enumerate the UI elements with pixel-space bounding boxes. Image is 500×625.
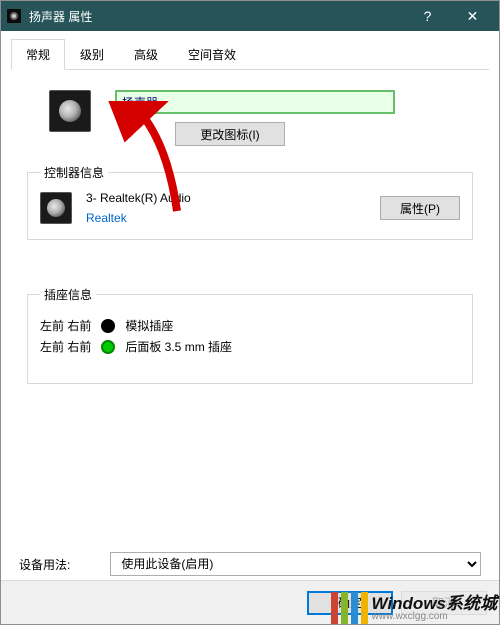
jack-info-group: 插座信息 左前 右前 模拟插座 左前 右前 后面板 3.5 mm 插座 [27, 286, 473, 384]
jack-color-dot-black [101, 319, 115, 333]
jack-desc: 模拟插座 [125, 317, 173, 334]
watermark-brand: Windows系统城 [372, 595, 497, 612]
window-title: 扬声器 属性 [29, 8, 405, 25]
tab-levels[interactable]: 级别 [65, 39, 119, 69]
device-icon [49, 90, 91, 132]
properties-dialog: 扬声器 属性 ? ✕ 常规 级别 高级 空间音效 更改图标(I) 控制器信息 [0, 0, 500, 625]
watermark: Windows系统城 www.wxclgg.com [331, 592, 497, 624]
title-bar[interactable]: 扬声器 属性 ? ✕ [1, 1, 499, 31]
usage-label: 设备用法: [19, 556, 70, 573]
controller-vendor: Realtek [86, 211, 366, 225]
change-icon-button[interactable]: 更改图标(I) [175, 122, 285, 146]
speaker-icon [5, 7, 23, 25]
tab-advanced[interactable]: 高级 [119, 39, 173, 69]
tab-general[interactable]: 常规 [11, 39, 65, 70]
jack-row: 左前 右前 后面板 3.5 mm 插座 [40, 338, 460, 355]
jack-legend: 插座信息 [40, 286, 96, 303]
jack-position: 左前 右前 [40, 317, 91, 334]
controller-legend: 控制器信息 [40, 164, 108, 181]
device-usage-row: 设备用法: 使用此设备(启用) [11, 552, 489, 576]
jack-color-dot-green [101, 340, 115, 354]
tab-strip: 常规 级别 高级 空间音效 [11, 39, 489, 70]
help-button[interactable]: ? [405, 1, 450, 31]
windows-logo-icon [331, 592, 368, 624]
watermark-url: www.wxclgg.com [372, 612, 497, 622]
controller-properties-button[interactable]: 属性(P) [380, 196, 460, 220]
close-button[interactable]: ✕ [450, 1, 495, 31]
jack-row: 左前 右前 模拟插座 [40, 317, 460, 334]
device-usage-select[interactable]: 使用此设备(启用) [110, 552, 481, 576]
jack-position: 左前 右前 [40, 338, 91, 355]
controller-icon [40, 192, 72, 224]
device-name-input[interactable] [115, 90, 395, 114]
jack-desc: 后面板 3.5 mm 插座 [125, 338, 232, 355]
tab-body-general: 更改图标(I) 控制器信息 3- Realtek(R) Audio Realte… [11, 70, 489, 384]
tab-spatial[interactable]: 空间音效 [173, 39, 251, 69]
controller-info-group: 控制器信息 3- Realtek(R) Audio Realtek 属性(P) [27, 164, 473, 240]
dialog-content: 常规 级别 高级 空间音效 更改图标(I) 控制器信息 3- Realtek(R… [1, 31, 499, 624]
device-header: 更改图标(I) [49, 90, 481, 146]
controller-name: 3- Realtek(R) Audio [86, 191, 366, 205]
window-buttons: ? ✕ [405, 1, 495, 31]
